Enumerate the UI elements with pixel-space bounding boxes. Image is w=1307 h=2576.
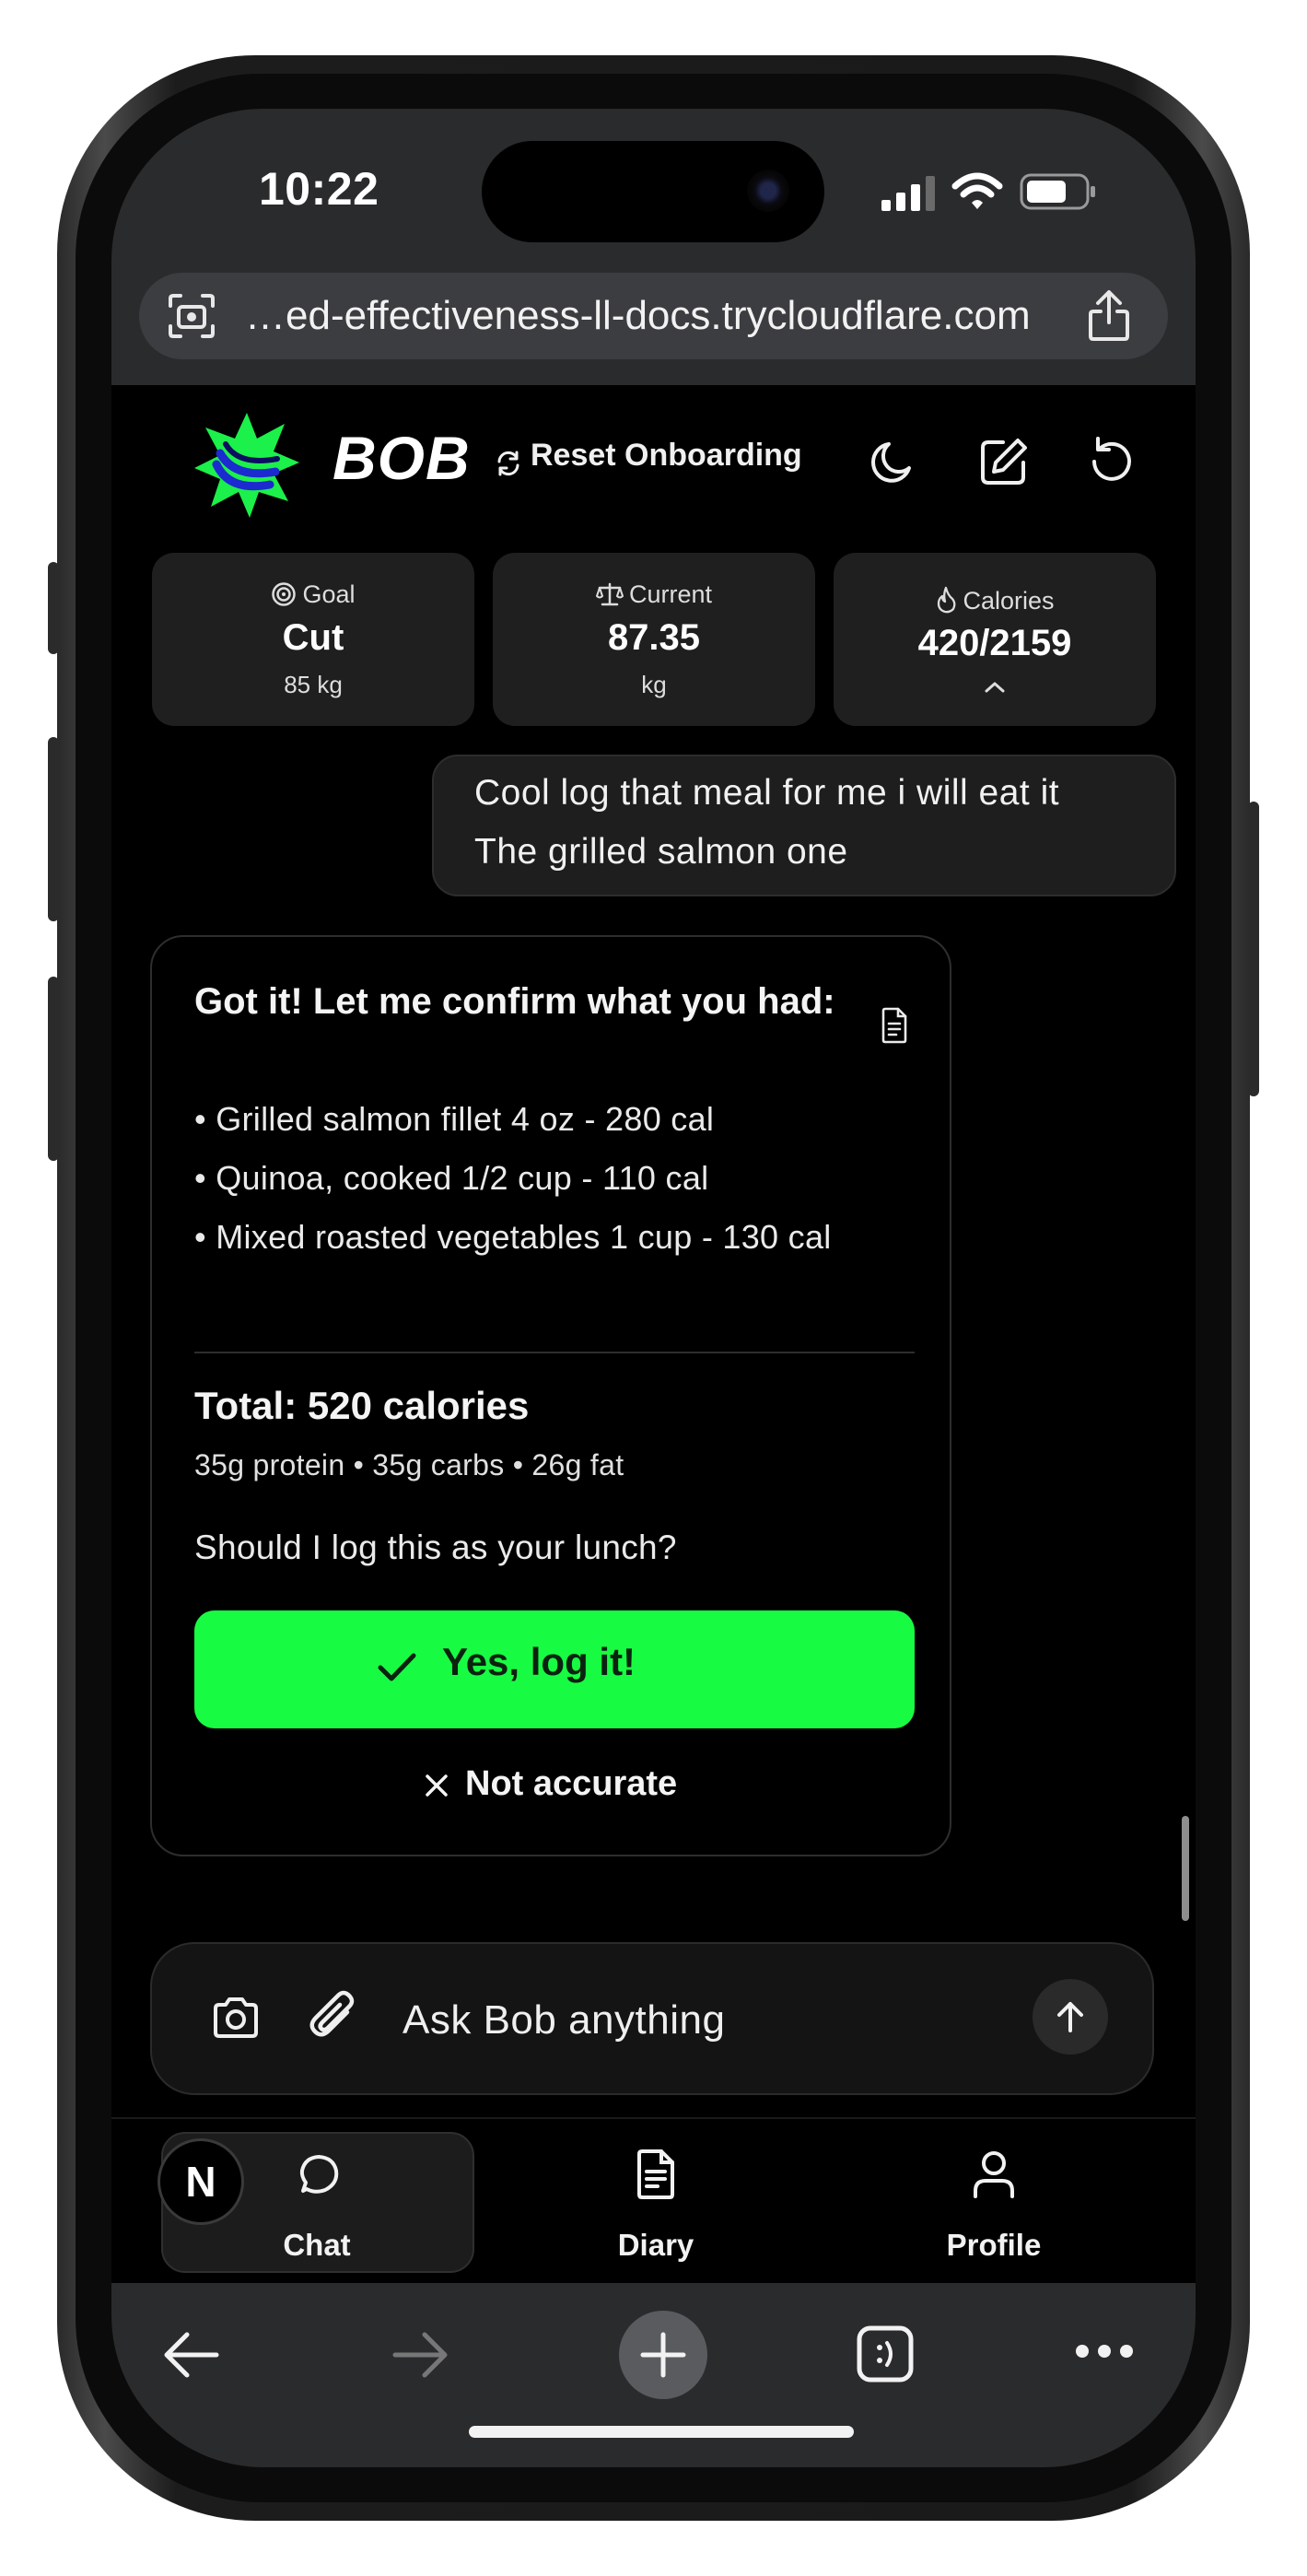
profile-icon[interactable] [972, 2149, 1016, 2200]
current-label: Current [628, 580, 713, 608]
volume-up-button [48, 737, 59, 921]
more-icon[interactable] [1074, 2343, 1135, 2359]
reset-onboarding-button[interactable]: Reset Onboarding [531, 438, 802, 474]
nav-item-chat[interactable]: Chat [225, 2228, 409, 2263]
arrow-up-icon[interactable] [1054, 1999, 1087, 2034]
share-icon[interactable] [1086, 289, 1132, 343]
confirm-log-label[interactable]: Yes, log it! [442, 1640, 636, 1684]
chat-scrollbar[interactable] [1182, 1816, 1189, 1921]
macros-summary: 35g protein • 35g carbs • 26g fat [194, 1448, 624, 1481]
document-icon[interactable] [880, 1007, 909, 1044]
food-item: • Quinoa, cooked 1/2 cup - 110 cal [194, 1159, 709, 1197]
current-unit: kg [641, 671, 667, 698]
goal-label: Goal [302, 580, 356, 608]
screen: 10:22 …ed-effectiveness-ll-docs.trycloud… [111, 109, 1196, 2467]
calories-label: Calories [963, 587, 1055, 615]
nav-item-diary[interactable]: Diary [564, 2228, 748, 2263]
goal-target: 85 kg [284, 671, 343, 698]
goal-label-row: Goal [152, 580, 474, 609]
total-calories: Total: 520 calories [194, 1384, 530, 1427]
user-message-line-1: Cool log that meal for me i will eat it [474, 773, 1060, 813]
battery-icon [1020, 173, 1097, 210]
edit-icon[interactable] [977, 435, 1031, 488]
close-icon[interactable] [423, 1772, 450, 1799]
back-arrow-icon[interactable] [159, 2329, 222, 2381]
chat-input[interactable]: Ask Bob anything [403, 1997, 725, 2043]
url-text[interactable]: …ed-effectiveness-ll-docs.trycloudflare.… [245, 293, 1031, 339]
wifi-icon [951, 171, 1003, 212]
divider [194, 1352, 915, 1353]
home-indicator[interactable] [469, 2426, 854, 2438]
bot-message-card: Got it! Let me confirm what you had: • G… [150, 935, 951, 1856]
nav-divider [111, 2117, 1196, 2119]
calories-label-row: Calories [834, 586, 1156, 615]
user-message-line-2: The grilled salmon one [474, 832, 848, 872]
current-weight-card[interactable]: Current 87.35 kg [493, 553, 815, 726]
bob-logo-icon [193, 411, 301, 520]
user-avatar[interactable]: N [158, 2138, 244, 2225]
action-button [48, 562, 59, 654]
plus-icon[interactable] [639, 2331, 687, 2379]
chat-bubble-icon[interactable] [294, 2152, 344, 2202]
current-label-row: Current [493, 580, 815, 609]
user-message-bubble: Cool log that meal for me i will eat it … [432, 755, 1176, 896]
chevron-up-icon[interactable] [983, 680, 1007, 695]
brand-title: BOB [333, 424, 471, 492]
check-icon[interactable] [376, 1648, 418, 1685]
log-question: Should I log this as your lunch? [194, 1528, 677, 1566]
current-value: 87.35 [607, 617, 701, 658]
paperclip-icon[interactable] [307, 1990, 360, 2047]
reset-icon[interactable] [495, 450, 522, 477]
moon-icon[interactable] [867, 437, 918, 488]
nav-item-profile[interactable]: Profile [902, 2228, 1086, 2263]
food-item: • Mixed roasted vegetables 1 cup - 130 c… [194, 1218, 832, 1256]
power-button [1248, 802, 1259, 1096]
bot-message-title: Got it! Let me confirm what you had: [194, 981, 835, 1022]
forward-arrow-icon[interactable] [390, 2329, 452, 2381]
goal-value: Cut [282, 617, 344, 658]
diary-icon[interactable] [635, 2149, 677, 2200]
screenshot-icon[interactable] [167, 293, 216, 339]
volume-down-button [48, 977, 59, 1161]
calories-card[interactable]: Calories 420/2159 [834, 553, 1156, 726]
food-item: • Grilled salmon fillet 4 oz - 280 cal [194, 1100, 715, 1138]
tabs-icon[interactable] [856, 2324, 915, 2383]
scale-icon [595, 581, 624, 607]
status-time: 10:22 [259, 163, 379, 215]
calories-value: 420/2159 [917, 623, 1072, 663]
refresh-icon[interactable] [1085, 435, 1138, 488]
not-accurate-button[interactable]: Not accurate [465, 1764, 677, 1804]
signal-icon [881, 176, 937, 211]
goal-card[interactable]: Goal Cut 85 kg [152, 553, 474, 726]
flame-icon [935, 586, 957, 614]
camera-icon[interactable] [210, 1996, 262, 2040]
front-camera [747, 170, 789, 212]
target-icon [271, 581, 297, 607]
